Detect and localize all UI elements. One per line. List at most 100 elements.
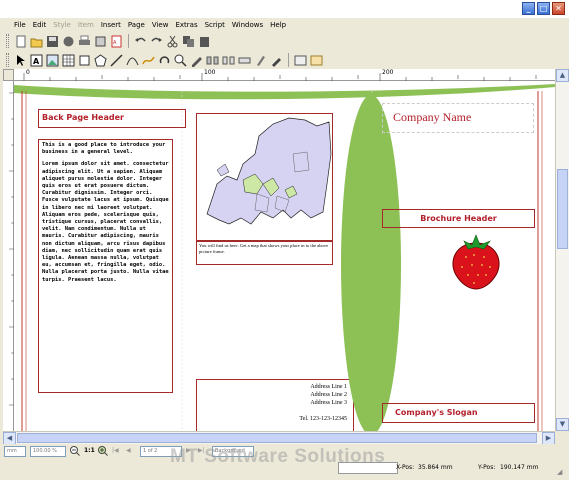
menu-help[interactable]: Help	[270, 21, 286, 29]
vertical-ruler[interactable]	[3, 81, 14, 431]
lorem-text: Lorem ipsum dolor sit amet. consectetur …	[42, 161, 169, 283]
tools-toolbar: A	[0, 51, 569, 69]
toolbar-grip[interactable]	[6, 53, 9, 67]
menu-insert[interactable]: Insert	[101, 21, 121, 29]
toolbar-grip[interactable]	[6, 34, 9, 48]
minimize-icon[interactable]: _	[522, 2, 535, 15]
scroll-up-icon[interactable]: ▲	[556, 69, 569, 82]
brochure-header-frame[interactable]: Brochure Header	[382, 209, 535, 228]
green-leaf-shape	[341, 95, 401, 431]
ruler-label-100: 100	[204, 69, 216, 76]
slogan-frame[interactable]: Company's Slogan	[382, 403, 535, 423]
address-line-3: Address Line 3	[310, 400, 347, 406]
table-icon[interactable]	[62, 54, 75, 67]
line-icon[interactable]	[110, 53, 123, 67]
pdf-checkbox-icon[interactable]	[294, 54, 307, 67]
vertical-scroll-thumb[interactable]	[557, 169, 568, 249]
resize-grip-icon[interactable]: ◢	[557, 468, 562, 476]
rotate-icon[interactable]	[158, 54, 171, 67]
freehand-icon[interactable]	[142, 54, 155, 67]
address-line-2: Address Line 2	[310, 392, 347, 398]
pdf-annotation-icon[interactable]	[310, 54, 323, 67]
select-arrow-icon[interactable]	[14, 54, 27, 67]
copy-icon[interactable]	[182, 35, 195, 48]
company-name-frame[interactable]: Company Name	[382, 103, 534, 133]
strawberry-image	[452, 234, 500, 290]
telephone: Tel. 123-123-12345	[299, 416, 347, 422]
first-page-icon[interactable]: |◀	[112, 447, 119, 454]
zoom-in-icon[interactable]	[98, 446, 109, 459]
horizontal-ruler[interactable]: 0 100 200	[14, 69, 555, 81]
status-bar: mm 100.00 % 1:1 |◀ ◀ 1 of 2 ▶ ▶| Backgro…	[0, 444, 569, 480]
menu-script[interactable]: Script	[205, 21, 225, 29]
bezier-icon[interactable]	[126, 54, 139, 67]
company-slogan: Company's Slogan	[395, 408, 478, 417]
measure-icon[interactable]	[238, 54, 251, 67]
map-caption-frame[interactable]: You will find us here. Get a map that sh…	[196, 241, 333, 265]
status-message-field	[338, 462, 398, 474]
undo-icon[interactable]	[134, 35, 147, 48]
paste-icon[interactable]	[198, 35, 211, 48]
zoom-out-icon[interactable]	[70, 446, 81, 459]
copy-properties-icon[interactable]	[254, 54, 267, 67]
unit-select[interactable]: mm	[4, 446, 26, 457]
svg-text:A: A	[33, 57, 40, 66]
back-header-frame[interactable]: Back Page Header	[38, 109, 186, 128]
image-frame-icon[interactable]	[46, 54, 59, 67]
save-icon[interactable]	[46, 35, 59, 48]
toolbar-separator	[128, 34, 129, 48]
toolbar-separator	[288, 53, 289, 67]
zoom-ratio[interactable]: 1:1	[84, 447, 95, 454]
menu-bar: File Edit Style Item Insert Page View Ex…	[0, 18, 569, 32]
body-text-frame[interactable]: This is a good place to introduce your b…	[38, 139, 173, 393]
menu-file[interactable]: File	[14, 21, 26, 29]
brochure-header: Brochure Header	[420, 214, 497, 223]
x-position-label: X-Pos:	[396, 464, 415, 471]
company-name: Company Name	[393, 110, 472, 124]
menu-windows[interactable]: Windows	[232, 21, 263, 29]
map-caption: You will find us here. Get a map that sh…	[199, 243, 329, 254]
close-document-icon[interactable]	[62, 35, 75, 48]
address-frame[interactable]: Address Line 1 Address Line 2 Address Li…	[196, 379, 354, 431]
svg-text:A: A	[113, 40, 117, 46]
zoom-icon[interactable]	[174, 54, 187, 67]
horizontal-scrollbar[interactable]: ◀ ▶	[3, 431, 555, 445]
ruler-corner	[3, 69, 14, 81]
shape-icon[interactable]	[78, 54, 91, 67]
ruler-label-0: 0	[26, 69, 30, 76]
horizontal-scroll-thumb[interactable]	[17, 433, 537, 443]
previous-page-icon[interactable]: ◀	[126, 447, 131, 454]
preflight-icon[interactable]	[94, 35, 107, 48]
vertical-scrollbar[interactable]: ▲ ▼	[555, 69, 569, 431]
polygon-icon[interactable]	[94, 53, 107, 67]
green-swoosh	[14, 84, 555, 100]
menu-item[interactable]: Item	[78, 21, 94, 29]
open-folder-icon[interactable]	[30, 35, 43, 48]
new-document-icon[interactable]	[14, 35, 27, 48]
menu-extras[interactable]: Extras	[175, 21, 197, 29]
text-frame-icon[interactable]: A	[30, 54, 43, 67]
map-frame[interactable]	[196, 113, 333, 241]
menu-view[interactable]: View	[152, 21, 169, 29]
eyedropper-icon[interactable]	[270, 54, 283, 67]
document-canvas[interactable]: Back Page Header This is a good place to…	[14, 81, 555, 431]
x-position-value: 35.864 mm	[418, 464, 453, 471]
redo-icon[interactable]	[150, 35, 163, 48]
link-frames-icon[interactable]	[206, 54, 219, 67]
main-toolbar: A	[0, 32, 569, 50]
close-icon[interactable]: ✕	[552, 2, 565, 15]
scroll-down-icon[interactable]: ▼	[556, 418, 569, 431]
europe-map-image	[206, 117, 332, 225]
back-page-header: Back Page Header	[42, 113, 124, 122]
menu-page[interactable]: Page	[128, 21, 145, 29]
print-icon[interactable]	[78, 35, 91, 48]
menu-edit[interactable]: Edit	[33, 21, 47, 29]
address-line-1: Address Line 1	[310, 384, 347, 390]
unlink-frames-icon[interactable]	[222, 54, 235, 67]
export-pdf-icon[interactable]: A	[110, 35, 123, 48]
menu-style[interactable]: Style	[53, 21, 71, 29]
zoom-field[interactable]: 100.00 %	[30, 446, 66, 457]
edit-contents-icon[interactable]	[190, 54, 203, 67]
cut-icon[interactable]	[166, 35, 179, 48]
maximize-icon[interactable]: □	[537, 2, 550, 15]
